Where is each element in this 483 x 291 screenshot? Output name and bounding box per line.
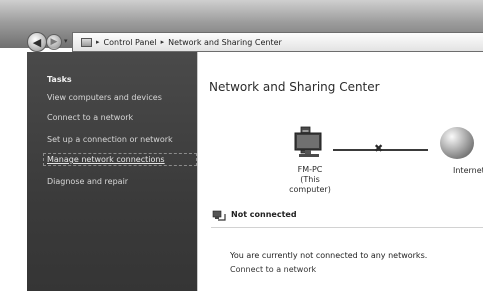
- sidebar-item-view-computers[interactable]: View computers and devices: [47, 92, 162, 103]
- computer-name: FM-PC: [297, 165, 323, 174]
- computer-label: FM-PC (This computer): [280, 165, 340, 195]
- status-label: Not connected: [231, 210, 297, 219]
- back-arrow-icon: ◀: [32, 35, 42, 49]
- computer-icon[interactable]: [292, 125, 326, 159]
- forward-button[interactable]: ▶: [46, 34, 62, 50]
- page-title: Network and Sharing Center: [209, 80, 380, 94]
- address-bar[interactable]: ▸ Control Panel ▸ Network and Sharing Ce…: [72, 32, 483, 52]
- breadcrumb-network-sharing[interactable]: Network and Sharing Center: [168, 38, 282, 47]
- globe-icon[interactable]: [440, 127, 474, 159]
- internet-label: Internet: [453, 166, 483, 175]
- forward-arrow-icon: ▶: [50, 36, 58, 47]
- sidebar-item-diagnose[interactable]: Diagnose and repair: [47, 176, 128, 187]
- network-status-icon: [212, 210, 226, 221]
- sidebar-title: Tasks: [47, 75, 72, 84]
- disconnected-x-icon: ✖: [374, 142, 384, 155]
- connect-to-network-link[interactable]: Connect to a network: [230, 265, 316, 274]
- breadcrumb-control-panel[interactable]: Control Panel: [104, 38, 157, 47]
- back-button[interactable]: ◀: [27, 32, 47, 52]
- tasks-sidebar: Tasks View computers and devices Connect…: [27, 52, 197, 291]
- chevron-right-icon[interactable]: ▸: [161, 38, 165, 46]
- status-message: You are currently not connected to any n…: [230, 251, 428, 260]
- sidebar-item-setup[interactable]: Set up a connection or network: [47, 134, 173, 145]
- sidebar-divider: [197, 52, 198, 291]
- section-divider: [211, 227, 483, 228]
- control-panel-icon: [81, 37, 92, 47]
- sidebar-item-manage-connections[interactable]: Manage network connections: [47, 154, 165, 165]
- computer-subtitle: (This computer): [289, 175, 331, 194]
- sidebar-item-connect[interactable]: Connect to a network: [47, 112, 133, 123]
- recent-pages-dropdown[interactable]: ▾: [64, 37, 68, 45]
- chevron-right-icon[interactable]: ▸: [96, 38, 100, 46]
